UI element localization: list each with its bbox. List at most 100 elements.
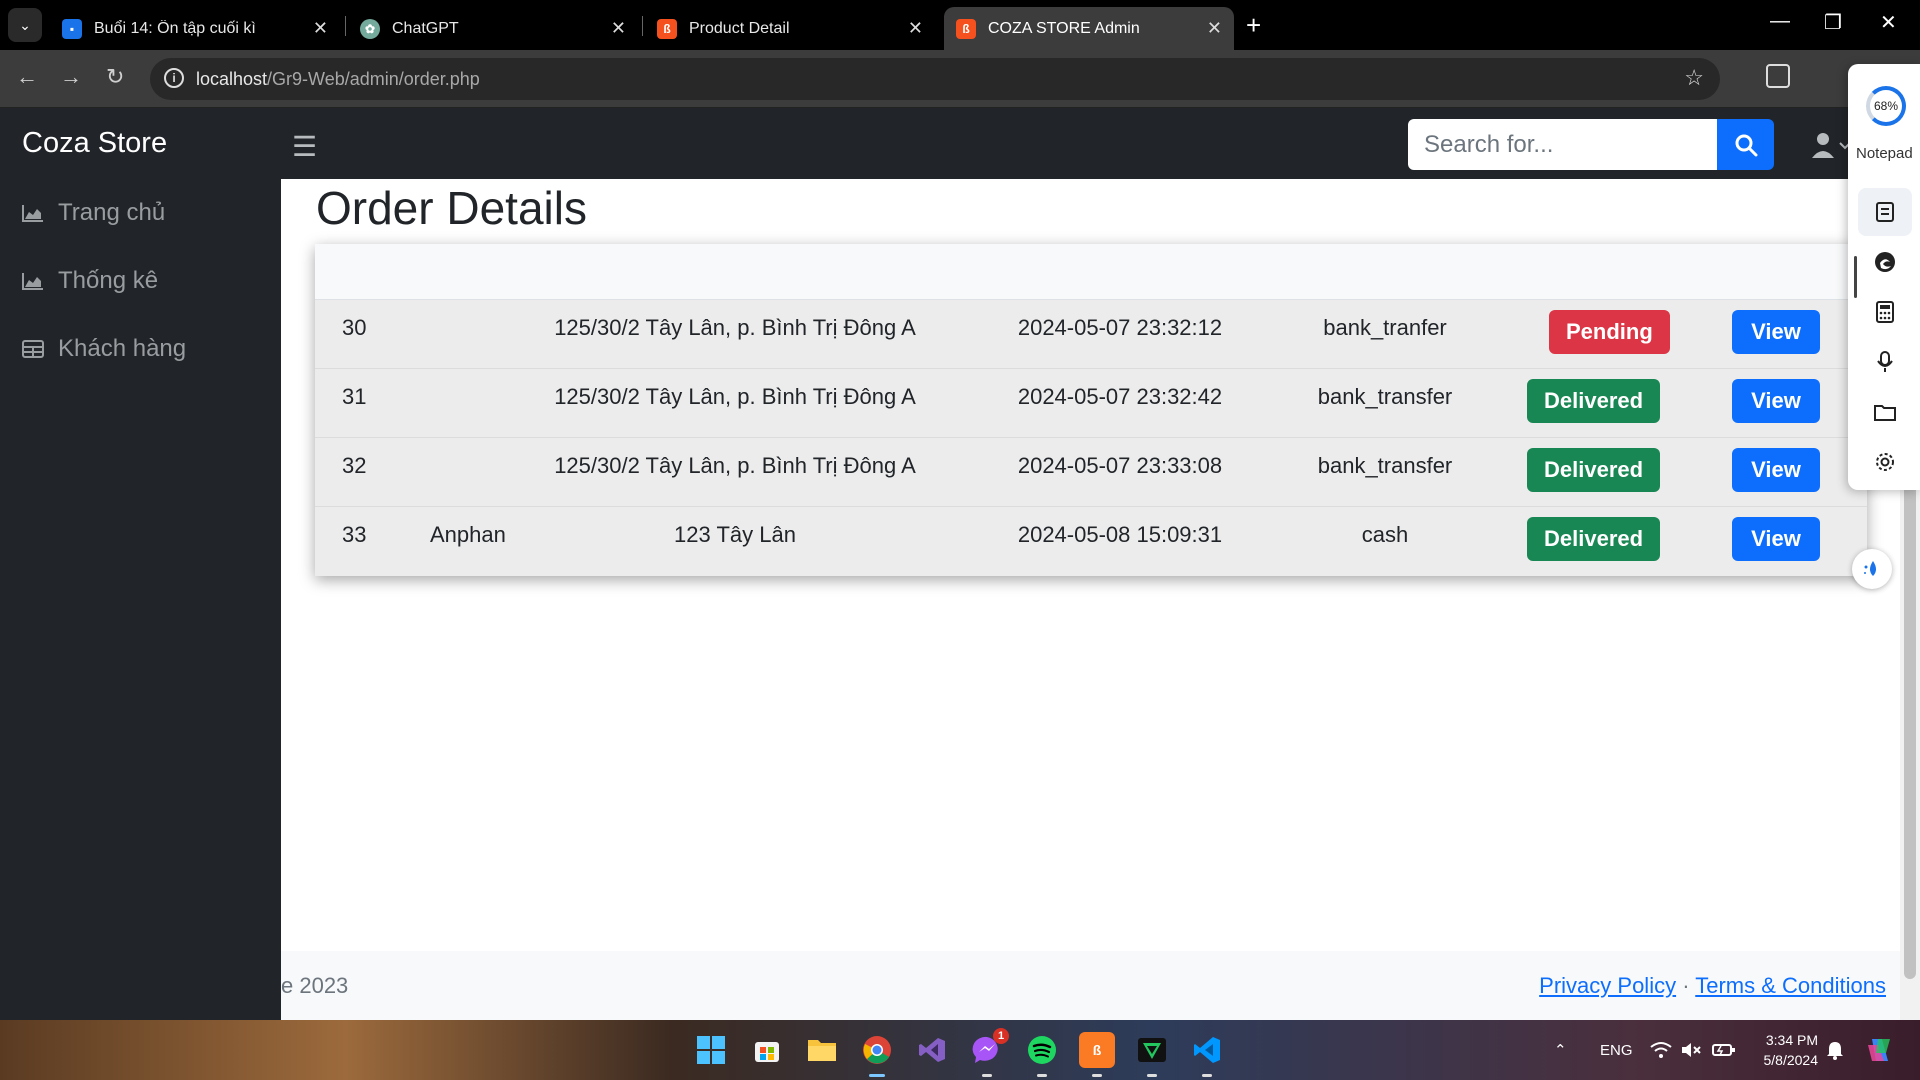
tab-search-button[interactable]: ⌄: [8, 8, 42, 42]
tab-coza-admin[interactable]: ß COZA STORE Admin ✕: [944, 7, 1234, 50]
chrome-icon[interactable]: [859, 1032, 895, 1077]
chart-area-icon: [22, 205, 43, 222]
forward-icon[interactable]: →: [60, 64, 82, 90]
coza-icon: ß: [956, 18, 976, 39]
order-address: 125/30/2 Tây Lân, p. Bình Trị Đông A: [554, 453, 916, 478]
view-order-button[interactable]: View: [1732, 379, 1820, 423]
table-row: 32 125/30/2 Tây Lân, p. Bình Trị Đông A …: [315, 438, 1867, 507]
order-id: 32: [342, 453, 367, 478]
bookmark-star-icon[interactable]: ☆: [1684, 65, 1704, 91]
order-address: 123 Tây Lân: [674, 522, 796, 547]
back-icon[interactable]: ←: [16, 64, 38, 90]
order-address: 125/30/2 Tây Lân, p. Bình Trị Đông A: [554, 315, 916, 340]
terminal-icon[interactable]: [1134, 1032, 1170, 1077]
footer-separator: ·: [1682, 973, 1690, 998]
windows-start-icon[interactable]: [693, 1032, 729, 1068]
view-order-button[interactable]: View: [1732, 517, 1820, 561]
orders-card: 30 125/30/2 Tây Lân, p. Bình Trị Đông A …: [315, 244, 1867, 576]
order-date: 2024-05-07 23:32:42: [1017, 384, 1223, 409]
side-panel-label: Notepad: [1856, 145, 1913, 162]
classroom-icon: ▪: [62, 18, 82, 39]
active-app-indicator: [869, 1074, 885, 1077]
admin-sidebar: Trang chủ Thống kê Khách hàng: [0, 179, 281, 1020]
url-field[interactable]: i localhost/Gr9-Web/admin/order.php ☆: [150, 58, 1720, 100]
close-icon[interactable]: ✕: [1207, 18, 1222, 39]
active-marker: [1854, 256, 1857, 298]
copilot-sparkle-icon[interactable]: [1852, 549, 1892, 589]
tab-product-detail[interactable]: ß Product Detail ✕: [645, 7, 935, 50]
close-icon[interactable]: ✕: [313, 18, 328, 39]
xampp-icon[interactable]: ß: [1079, 1032, 1115, 1077]
search-button[interactable]: [1717, 119, 1774, 170]
microsoft-store-icon[interactable]: [749, 1032, 785, 1068]
close-icon[interactable]: ✕: [611, 18, 626, 39]
terms-link[interactable]: Terms & Conditions: [1695, 973, 1886, 998]
privacy-policy-link[interactable]: Privacy Policy: [1539, 973, 1676, 998]
user-menu-icon[interactable]: [1810, 130, 1850, 160]
notification-bell-icon[interactable]: [1826, 1020, 1844, 1080]
calculator-icon[interactable]: [1874, 301, 1896, 323]
card-header: [315, 244, 1867, 300]
page-title: Order Details: [316, 182, 587, 234]
search-input[interactable]: [1408, 119, 1718, 170]
edge-icon[interactable]: [1874, 251, 1896, 273]
page-footer: e 2023 Privacy Policy · Terms & Conditio…: [281, 951, 1920, 1020]
url-text[interactable]: localhost/Gr9-Web/admin/order.php: [196, 69, 480, 90]
tray-chevron-icon[interactable]: ⌃: [1554, 1020, 1567, 1080]
notification-badge: 1: [993, 1028, 1009, 1044]
table-row: 31 125/30/2 Tây Lân, p. Bình Trị Đông A …: [315, 369, 1867, 438]
extensions-icon[interactable]: [1766, 64, 1790, 88]
settings-gear-icon[interactable]: [1874, 451, 1896, 473]
running-indicator: [1202, 1074, 1212, 1077]
coza-icon: ß: [657, 18, 677, 39]
browser-side-panel: 68% Notepad: [1848, 64, 1920, 490]
notepad-icon[interactable]: [1874, 201, 1896, 223]
chart-area-icon: [22, 273, 43, 290]
running-indicator: [982, 1074, 992, 1077]
browser-tab-bar: ⌄ ▪ Buổi 14: Ôn tập cuối kì ✕ ✿ ChatGPT …: [0, 0, 1920, 50]
order-date: 2024-05-07 23:33:08: [1017, 453, 1223, 478]
visual-studio-icon[interactable]: [914, 1032, 950, 1068]
view-order-button[interactable]: View: [1732, 448, 1820, 492]
sidebar-item-trang-chu[interactable]: Trang chủ: [22, 193, 165, 233]
table-row: 33 Anphan 123 Tây Lân 2024-05-08 15:09:3…: [315, 507, 1867, 576]
tab-classroom[interactable]: ▪ Buổi 14: Ôn tập cuối kì ✕: [50, 7, 340, 50]
folder-icon[interactable]: [1874, 401, 1896, 423]
copyright-text: e 2023: [281, 973, 349, 998]
running-indicator: [1092, 1074, 1102, 1077]
tab-separator: [345, 16, 346, 36]
payment-method: cash: [1361, 522, 1409, 547]
spotify-icon[interactable]: [1024, 1032, 1060, 1077]
reload-icon[interactable]: ↻: [106, 64, 124, 90]
close-icon[interactable]: ✕: [908, 18, 923, 39]
sidebar-item-thong-ke[interactable]: Thống kê: [22, 261, 158, 301]
close-window-icon[interactable]: ✕: [1880, 10, 1897, 35]
chatgpt-icon: ✿: [360, 18, 380, 39]
payment-method: bank_transfer: [1317, 453, 1453, 478]
volume-muted-icon[interactable]: [1680, 1020, 1702, 1080]
battery-icon[interactable]: [1712, 1020, 1736, 1080]
status-badge: Delivered: [1527, 379, 1661, 423]
view-order-button[interactable]: View: [1732, 310, 1820, 354]
copilot-icon[interactable]: [1864, 1020, 1894, 1080]
tab-chatgpt[interactable]: ✿ ChatGPT ✕: [348, 7, 638, 50]
footer-links: Privacy Policy · Terms & Conditions: [1539, 973, 1886, 999]
microphone-icon[interactable]: [1874, 351, 1896, 373]
vscode-icon[interactable]: [1189, 1032, 1225, 1077]
address-bar-row: ← → ↻ i localhost/Gr9-Web/admin/order.ph…: [0, 50, 1920, 108]
language-indicator[interactable]: ENG: [1600, 1020, 1633, 1080]
file-explorer-icon[interactable]: [804, 1032, 840, 1068]
customer-name: Anphan: [430, 522, 506, 547]
table-icon: [22, 340, 44, 358]
sidebar-item-khach-hang[interactable]: Khách hàng: [22, 329, 186, 369]
new-tab-button[interactable]: +: [1246, 10, 1261, 40]
site-info-icon[interactable]: i: [164, 68, 184, 88]
restore-icon[interactable]: ❐: [1824, 10, 1842, 35]
messenger-icon[interactable]: 1: [969, 1028, 1009, 1077]
system-clock[interactable]: 3:34 PM 5/8/2024: [1750, 1030, 1819, 1070]
brand-logo[interactable]: Coza Store: [22, 127, 167, 160]
sidebar-toggle-icon[interactable]: ☰: [292, 130, 317, 163]
performance-gauge[interactable]: 68%: [1866, 86, 1906, 126]
wifi-icon[interactable]: [1650, 1020, 1672, 1080]
minimize-icon[interactable]: —: [1770, 10, 1790, 33]
